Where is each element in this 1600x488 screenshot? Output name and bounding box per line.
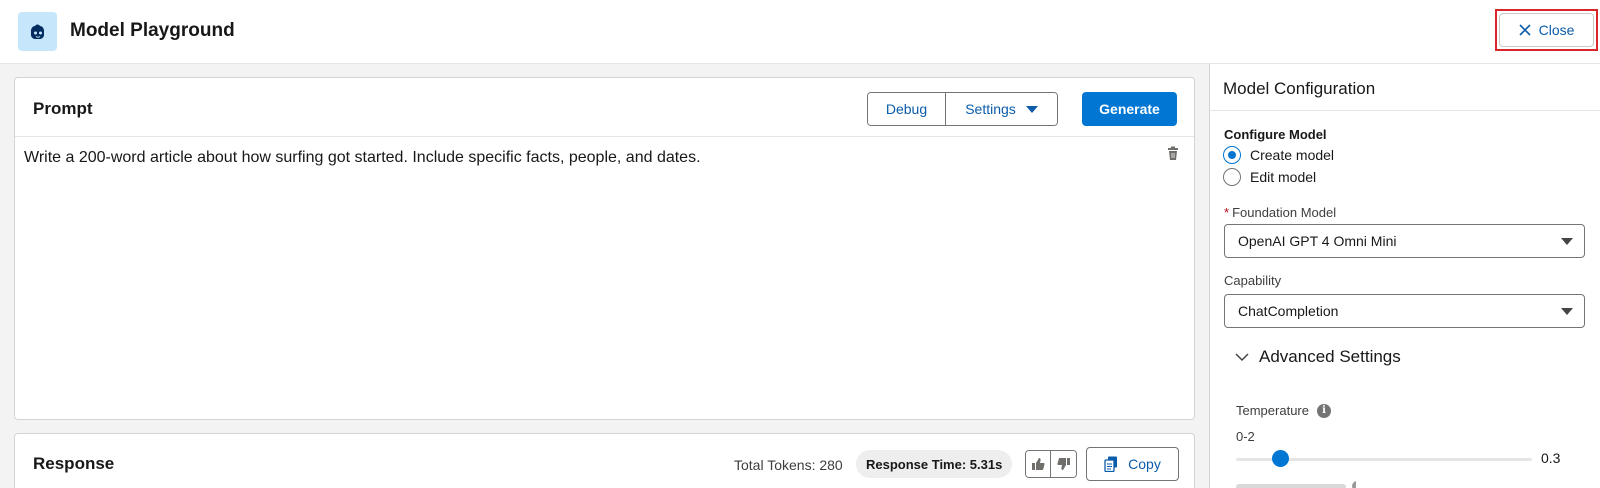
capability-value: ChatCompletion xyxy=(1238,303,1339,319)
model-configuration-panel: Model Configuration Configure Model Crea… xyxy=(1209,64,1600,488)
debug-button[interactable]: Debug xyxy=(868,93,946,125)
required-marker: * xyxy=(1224,205,1230,220)
copy-icon xyxy=(1104,456,1118,472)
response-time-badge: Response Time: 5.31s xyxy=(856,450,1013,478)
prompt-input[interactable]: Write a 200-word article about how surfi… xyxy=(24,149,1124,167)
foundation-model-value: OpenAI GPT 4 Omni Mini xyxy=(1238,233,1397,249)
dropdown-arrow-icon xyxy=(1561,238,1573,245)
radio-button[interactable] xyxy=(1223,168,1241,186)
foundation-model-label-text: Foundation Model xyxy=(1232,205,1337,220)
configure-model-label: Configure Model xyxy=(1224,127,1327,142)
thumbs-down-icon[interactable] xyxy=(1051,451,1076,477)
copy-button-label: Copy xyxy=(1128,456,1161,472)
capability-label: Capability xyxy=(1224,273,1282,288)
generate-button[interactable]: Generate xyxy=(1082,92,1177,126)
temperature-value: 0.3 xyxy=(1541,450,1561,466)
config-title: Model Configuration xyxy=(1223,79,1376,98)
config-header: Model Configuration xyxy=(1210,64,1600,111)
foundation-model-select[interactable]: OpenAI GPT 4 Omni Mini xyxy=(1224,224,1585,258)
prompt-button-group: Debug Settings xyxy=(867,92,1058,126)
temperature-range: 0-2 xyxy=(1236,429,1255,444)
radio-edit-label: Edit model xyxy=(1250,169,1317,185)
temperature-label: Temperature xyxy=(1236,403,1309,418)
response-title: Response xyxy=(33,454,115,473)
dropdown-arrow-icon xyxy=(1561,308,1573,315)
prompt-card: Prompt Debug Settings Generate Write a 2… xyxy=(14,77,1195,420)
page-title: Model Playground xyxy=(70,20,235,41)
chevron-down-icon xyxy=(1235,353,1249,362)
chevron-down-icon xyxy=(1025,105,1038,113)
response-card: Response Total Tokens: 280 Response Time… xyxy=(14,433,1195,488)
close-button-highlight xyxy=(1495,9,1598,51)
thumbs-up-icon[interactable] xyxy=(1026,451,1052,477)
trash-icon[interactable] xyxy=(1165,146,1181,162)
radio-button-checked[interactable] xyxy=(1223,146,1241,164)
settings-button[interactable]: Settings xyxy=(946,93,1057,125)
main-area: Prompt Debug Settings Generate Write a 2… xyxy=(0,64,1209,488)
radio-create-model[interactable]: Create model xyxy=(1223,146,1334,164)
radio-edit-model[interactable]: Edit model xyxy=(1223,168,1316,186)
foundation-model-label: * Foundation Model xyxy=(1224,205,1336,220)
prompt-card-header: Prompt Debug Settings Generate xyxy=(15,78,1194,137)
settings-button-label: Settings xyxy=(965,101,1016,117)
feedback-buttons xyxy=(1025,450,1077,478)
info-icon[interactable]: i xyxy=(1316,403,1331,418)
copy-button[interactable]: Copy xyxy=(1086,447,1179,481)
page-header: Model Playground Close xyxy=(0,0,1600,64)
total-tokens: Total Tokens: 280 xyxy=(734,457,843,473)
einstein-icon xyxy=(18,12,57,51)
radio-create-label: Create model xyxy=(1250,147,1335,163)
advanced-settings-toggle[interactable]: Advanced Settings xyxy=(1235,347,1401,367)
advanced-settings-label: Advanced Settings xyxy=(1259,347,1401,366)
capability-select[interactable]: ChatCompletion xyxy=(1224,294,1585,328)
temperature-label-row: Temperature i xyxy=(1236,403,1331,418)
temperature-slider-thumb[interactable] xyxy=(1271,450,1289,467)
next-setting-label-cutoff xyxy=(1236,480,1356,488)
prompt-title: Prompt xyxy=(33,99,93,118)
